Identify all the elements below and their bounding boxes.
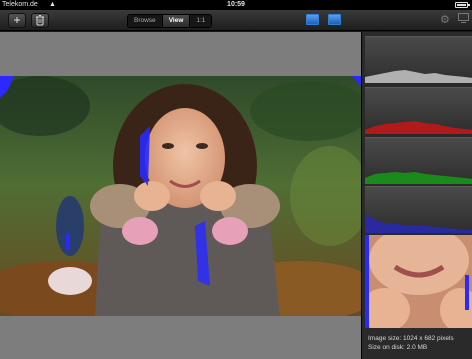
main-photo[interactable] bbox=[0, 76, 361, 316]
battery-icon bbox=[455, 2, 470, 8]
image-viewer[interactable] bbox=[0, 32, 361, 359]
disk-size-label: Size on disk: 2.0 MB bbox=[368, 344, 428, 351]
histogram-luminance bbox=[365, 36, 472, 83]
zoom-preview[interactable] bbox=[365, 235, 472, 328]
status-bar: Telekom.de ▲ 10:59 bbox=[0, 0, 472, 10]
histogram-red bbox=[365, 87, 472, 134]
image-size-label: Image size: 1024 x 682 pixels bbox=[368, 335, 454, 342]
side-panel: Image size: 1024 x 682 pixels Size on di… bbox=[361, 32, 472, 359]
view-mode-segmented-control: Browse View 1:1 bbox=[127, 14, 213, 28]
histogram-green bbox=[365, 137, 472, 184]
tab-actual-size[interactable]: 1:1 bbox=[190, 15, 212, 27]
trash-icon bbox=[36, 15, 44, 26]
image-view-icon[interactable] bbox=[306, 14, 319, 25]
display-icon[interactable] bbox=[458, 13, 469, 27]
clock: 10:59 bbox=[227, 1, 245, 8]
delete-button[interactable] bbox=[31, 13, 49, 28]
add-button[interactable]: + bbox=[8, 13, 26, 28]
image-info: Image size: 1024 x 682 pixels Size on di… bbox=[368, 334, 454, 352]
gear-icon[interactable]: ⚙ bbox=[440, 13, 450, 27]
plus-icon: + bbox=[13, 13, 21, 27]
toolbar: + Browse View 1:1 ⚙ bbox=[0, 10, 472, 31]
tab-browse[interactable]: Browse bbox=[128, 15, 163, 27]
image-view-alt-icon[interactable] bbox=[328, 14, 341, 25]
tab-view[interactable]: View bbox=[162, 15, 191, 27]
histogram-blue bbox=[365, 186, 472, 233]
